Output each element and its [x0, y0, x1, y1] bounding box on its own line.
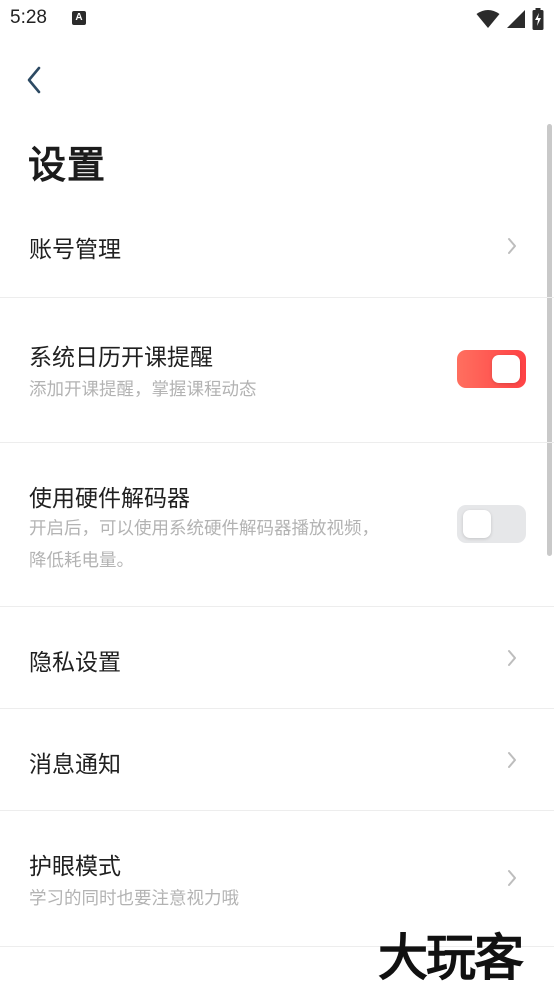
settings-item-description: 学习的同时也要注意视力哦	[29, 889, 239, 909]
status-icons	[476, 8, 544, 30]
settings-item-hardware-decoder[interactable]: 使用硬件解码器 开启后，可以使用系统硬件解码器播放视频，降低耗电量。	[0, 443, 554, 606]
settings-item-calendar-reminder[interactable]: 系统日历开课提醒 添加开课提醒，掌握课程动态	[0, 298, 554, 442]
settings-item-label: 账号管理	[29, 237, 121, 263]
settings-item-label: 护眼模式	[29, 854, 121, 880]
page-title: 设置	[28, 143, 107, 187]
hardware-decoder-toggle[interactable]	[457, 505, 526, 543]
settings-item-label: 系统日历开课提醒	[29, 345, 213, 371]
back-button[interactable]	[18, 62, 50, 98]
settings-item-account[interactable]: 账号管理	[0, 196, 554, 297]
settings-item-label: 消息通知	[29, 752, 121, 778]
chevron-right-icon	[508, 752, 516, 768]
chevron-right-icon	[508, 238, 516, 254]
watermark-logo: 大玩客	[378, 928, 524, 987]
settings-item-description: 添加开课提醒，掌握课程动态	[29, 380, 257, 400]
settings-item-privacy[interactable]: 隐私设置	[0, 607, 554, 708]
settings-item-notifications[interactable]: 消息通知	[0, 709, 554, 810]
battery-charging-icon	[532, 8, 544, 30]
chevron-right-icon	[508, 870, 516, 886]
status-bar: 5:28 A	[0, 0, 554, 40]
toggle-knob	[492, 355, 520, 383]
calendar-reminder-toggle[interactable]	[457, 350, 526, 388]
settings-item-label: 使用硬件解码器	[29, 486, 190, 512]
signal-icon	[507, 10, 525, 28]
wifi-icon	[476, 10, 500, 28]
status-time: 5:28	[10, 7, 47, 28]
settings-item-label: 隐私设置	[29, 650, 121, 676]
settings-item-description: 开启后，可以使用系统硬件解码器播放视频，降低耗电量。	[29, 519, 379, 571]
toggle-knob	[463, 510, 491, 538]
chevron-left-icon	[27, 66, 41, 94]
chevron-right-icon	[508, 650, 516, 666]
notification-app-icon: A	[72, 11, 86, 25]
